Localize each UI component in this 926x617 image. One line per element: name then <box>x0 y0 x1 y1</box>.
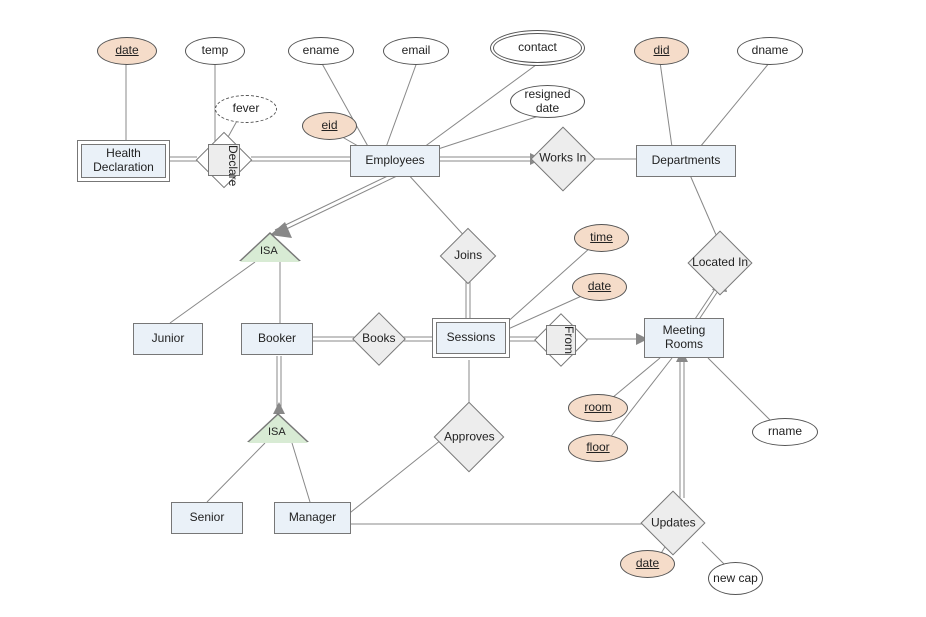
isa1-label: ISA <box>260 245 278 257</box>
attr-session-date: date <box>572 273 627 301</box>
attr-derived-fever: fever <box>215 95 277 123</box>
entity-sessions: Sessions <box>432 318 510 358</box>
er-diagram: date temp fever ename eid email contact … <box>0 0 926 617</box>
attr-healthdecl-date: date <box>97 37 157 65</box>
connectors <box>0 0 926 617</box>
entity-junior: Junior <box>133 323 203 355</box>
entity-manager: Manager <box>274 502 351 534</box>
entity-meeting-rooms: Meeting Rooms <box>644 318 724 358</box>
entity-booker: Booker <box>241 323 313 355</box>
attr-emp-eid: eid <box>302 112 357 140</box>
attr-room: room <box>568 394 628 422</box>
attr-rname: rname <box>752 418 818 446</box>
attr-emp-ename: ename <box>288 37 354 65</box>
entity-employees: Employees <box>350 145 440 177</box>
attr-session-time: time <box>574 224 629 252</box>
attr-emp-contact-outer: contact <box>490 30 585 66</box>
entity-senior: Senior <box>171 502 243 534</box>
attr-emp-email: email <box>383 37 449 65</box>
attr-floor: floor <box>568 434 628 462</box>
attr-emp-contact-inner: contact <box>493 33 582 63</box>
attr-emp-resigned: resigned date <box>510 85 585 118</box>
attr-updates-newcap: new cap <box>708 562 763 595</box>
attr-healthdecl-temp: temp <box>185 37 245 65</box>
attr-dept-dname: dname <box>737 37 803 65</box>
attr-updates-date: date <box>620 550 675 578</box>
attr-dept-did: did <box>634 37 689 65</box>
entity-departments: Departments <box>636 145 736 177</box>
isa2-label: ISA <box>268 426 286 438</box>
entity-health-declaration: Health Declaration <box>77 140 170 182</box>
